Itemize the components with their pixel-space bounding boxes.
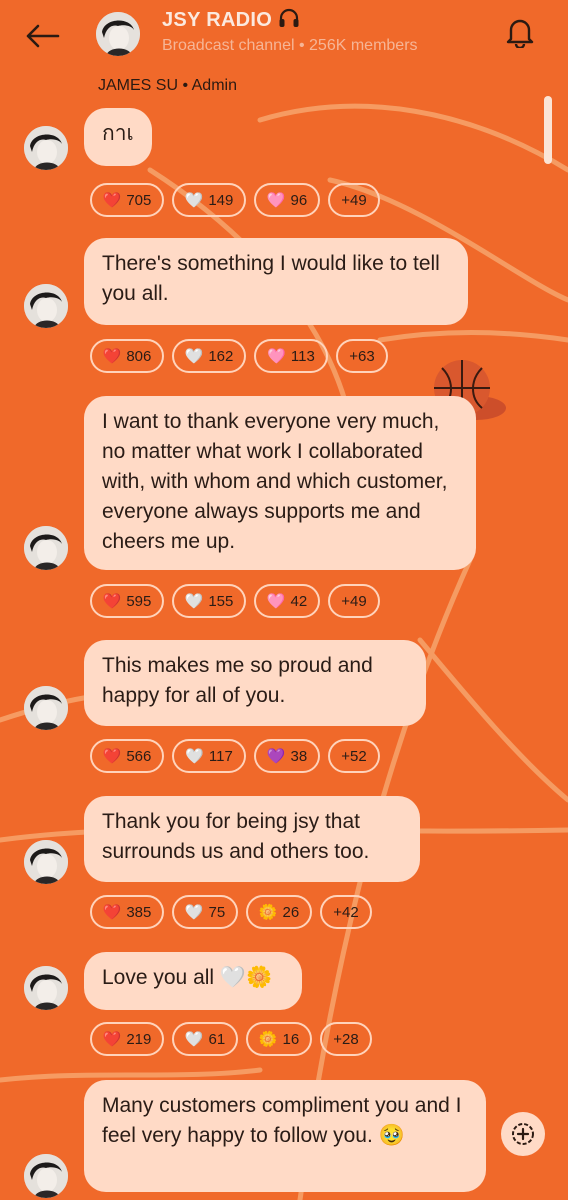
white-heart-icon: 🤍: [184, 192, 204, 209]
back-arrow-icon: [26, 24, 60, 48]
reactions-row: ❤️ 566 🤍 117 💜 38 +52: [90, 739, 388, 773]
reaction-chip-white-heart[interactable]: 🤍 117: [172, 739, 246, 773]
sender-label: JAMES SU • Admin: [98, 77, 237, 94]
sender-avatar[interactable]: [24, 686, 68, 730]
reaction-chip-more[interactable]: +49: [328, 183, 380, 217]
back-button[interactable]: [20, 14, 64, 58]
reaction-chip-blossom[interactable]: 🌼 16: [246, 1022, 312, 1056]
message-bubble[interactable]: Love you all 🤍🌼: [84, 952, 302, 1010]
reaction-chip-red-heart[interactable]: ❤️ 219: [90, 1022, 164, 1056]
reaction-chip-purple-heart[interactable]: 💜 38: [254, 739, 320, 773]
reaction-chip-red-heart[interactable]: ❤️ 705: [90, 183, 164, 217]
reaction-chip-more[interactable]: +42: [320, 895, 372, 929]
reactions-row: ❤️ 219 🤍 61 🌼 16 +28: [90, 1022, 380, 1056]
reaction-chip-blossom[interactable]: 🌼 26: [246, 895, 312, 929]
white-heart-icon: 🤍: [184, 348, 204, 365]
reactions-row: ❤️ 595 🤍 155 🩷 42 +49: [90, 584, 388, 618]
message-bubble[interactable]: I want to thank everyone very much, no m…: [84, 396, 476, 570]
reaction-chip-white-heart[interactable]: 🤍 61: [172, 1022, 238, 1056]
add-reaction-button[interactable]: [501, 1112, 545, 1156]
reactions-row: ❤️ 806 🤍 162 🩷 113 +63: [90, 339, 396, 373]
white-heart-icon: 🤍: [184, 593, 204, 610]
reaction-chip-more[interactable]: +28: [320, 1022, 372, 1056]
message-bubble[interactable]: Many customers compliment you and I feel…: [84, 1080, 486, 1192]
add-reaction-icon: [512, 1123, 534, 1145]
red-heart-icon: ❤️: [102, 748, 122, 765]
reaction-chip-more[interactable]: +63: [336, 339, 388, 373]
reaction-chip-red-heart[interactable]: ❤️ 385: [90, 895, 164, 929]
reaction-chip-white-heart[interactable]: 🤍 75: [172, 895, 238, 929]
reaction-chip-white-heart[interactable]: 🤍 149: [172, 183, 246, 217]
reaction-chip-red-heart[interactable]: ❤️ 806: [90, 339, 164, 373]
bell-icon: [506, 19, 534, 48]
reaction-chip-pink-heart[interactable]: 🩷 113: [254, 339, 328, 373]
notifications-button[interactable]: [500, 12, 540, 52]
blossom-icon: 🌼: [258, 904, 278, 921]
reaction-chip-white-heart[interactable]: 🤍 155: [172, 584, 246, 618]
red-heart-icon: ❤️: [102, 1031, 122, 1048]
sender-avatar[interactable]: [24, 1154, 68, 1198]
reactions-row: ❤️ 705 🤍 149 🩷 96 +49: [90, 183, 388, 217]
reaction-chip-pink-heart[interactable]: 🩷 96: [254, 183, 320, 217]
channel-avatar[interactable]: [96, 12, 140, 56]
scrollbar[interactable]: [544, 96, 552, 164]
sender-avatar[interactable]: [24, 126, 68, 170]
channel-title: JSY RADIO: [162, 9, 273, 31]
red-heart-icon: ❤️: [102, 593, 122, 610]
red-heart-icon: ❤️: [102, 904, 122, 921]
reaction-chip-pink-heart[interactable]: 🩷 42: [254, 584, 320, 618]
reaction-chip-more[interactable]: +49: [328, 584, 380, 618]
reaction-chip-more[interactable]: +52: [328, 739, 380, 773]
white-heart-icon: 🤍: [184, 1031, 204, 1048]
message-bubble[interactable]: This makes me so proud and happy for all…: [84, 640, 426, 726]
chat-header: JSY RADIO Broadcast channel • 256K membe…: [0, 0, 568, 72]
red-heart-icon: ❤️: [102, 192, 122, 209]
red-heart-icon: ❤️: [102, 348, 122, 365]
white-heart-icon: 🤍: [184, 904, 204, 921]
reactions-row: ❤️ 385 🤍 75 🌼 26 +42: [90, 895, 380, 929]
blossom-icon: 🌼: [258, 1031, 278, 1048]
message-bubble[interactable]: There's something I would like to tell y…: [84, 238, 468, 325]
purple-heart-icon: 💜: [266, 748, 286, 765]
pink-heart-icon: 🩷: [266, 593, 286, 610]
sender-avatar[interactable]: [24, 966, 68, 1010]
message-bubble[interactable]: กาเ: [84, 108, 152, 166]
white-heart-icon: 🤍: [185, 748, 204, 765]
sender-avatar[interactable]: [24, 840, 68, 884]
pink-heart-icon: 🩷: [267, 348, 286, 365]
reaction-chip-red-heart[interactable]: ❤️ 595: [90, 584, 164, 618]
channel-subtitle: Broadcast channel • 256K members: [162, 37, 418, 54]
message-bubble[interactable]: Thank you for being jsy that surrounds u…: [84, 796, 420, 882]
reaction-chip-white-heart[interactable]: 🤍 162: [172, 339, 246, 373]
sender-avatar[interactable]: [24, 526, 68, 570]
reaction-chip-red-heart[interactable]: ❤️ 566: [90, 739, 164, 773]
headphones-icon: [278, 8, 300, 33]
sender-avatar[interactable]: [24, 284, 68, 328]
pink-heart-icon: 🩷: [266, 192, 286, 209]
